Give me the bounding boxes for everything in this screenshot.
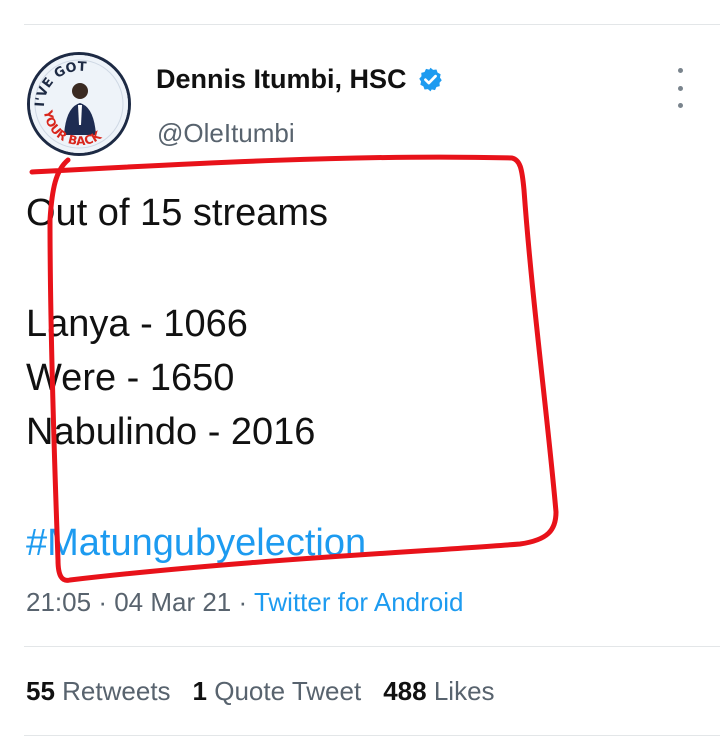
top-divider (24, 24, 720, 25)
likes-count: 488 (383, 676, 427, 706)
tweet-time: 21:05 (26, 587, 92, 617)
tweet-source-link[interactable]: Twitter for Android (254, 587, 464, 617)
tweet-text-line-1: Out of 15 streams (26, 192, 329, 234)
author-name-row[interactable]: Dennis Itumbi, HSC (156, 64, 444, 95)
tweet-result-2: Were - 1650 (26, 357, 235, 399)
quote-tweets-stat[interactable]: 1 Quote Tweet (193, 676, 362, 706)
meta-separator: · (98, 587, 115, 617)
tweet-result-1: Lanya - 1066 (26, 303, 248, 345)
retweets-count: 55 (26, 676, 55, 706)
author-name[interactable]: Dennis Itumbi, HSC (156, 64, 407, 95)
likes-stat[interactable]: 488 Likes (383, 676, 494, 706)
tweet-result-3: Nabulindo - 2016 (26, 411, 316, 453)
verified-badge-icon (418, 67, 442, 92)
engagement-stats: 55 Retweets 1 Quote Tweet 488 Likes (26, 676, 495, 707)
retweets-label: Retweets (62, 676, 171, 706)
author-handle[interactable]: @OleItumbi (157, 118, 295, 149)
quote-label: Quote Tweet (214, 676, 362, 706)
avatar[interactable]: I'VE GOT YOUR BACK (27, 52, 131, 156)
tweet-date: 04 Mar 21 (114, 587, 232, 617)
likes-label: Likes (433, 676, 495, 706)
retweets-stat[interactable]: 55 Retweets (26, 676, 171, 706)
tweet-metadata: 21:05 · 04 Mar 21 · Twitter for Android (26, 587, 463, 618)
quote-count: 1 (192, 676, 208, 706)
meta-separator: · (238, 587, 254, 617)
stats-bottom-divider (24, 735, 720, 736)
more-options-icon[interactable] (672, 68, 688, 108)
avatar-image: I'VE GOT YOUR BACK (30, 55, 128, 153)
hashtag-link[interactable]: #Matungubyelection (26, 522, 366, 565)
stats-top-divider (24, 646, 720, 647)
